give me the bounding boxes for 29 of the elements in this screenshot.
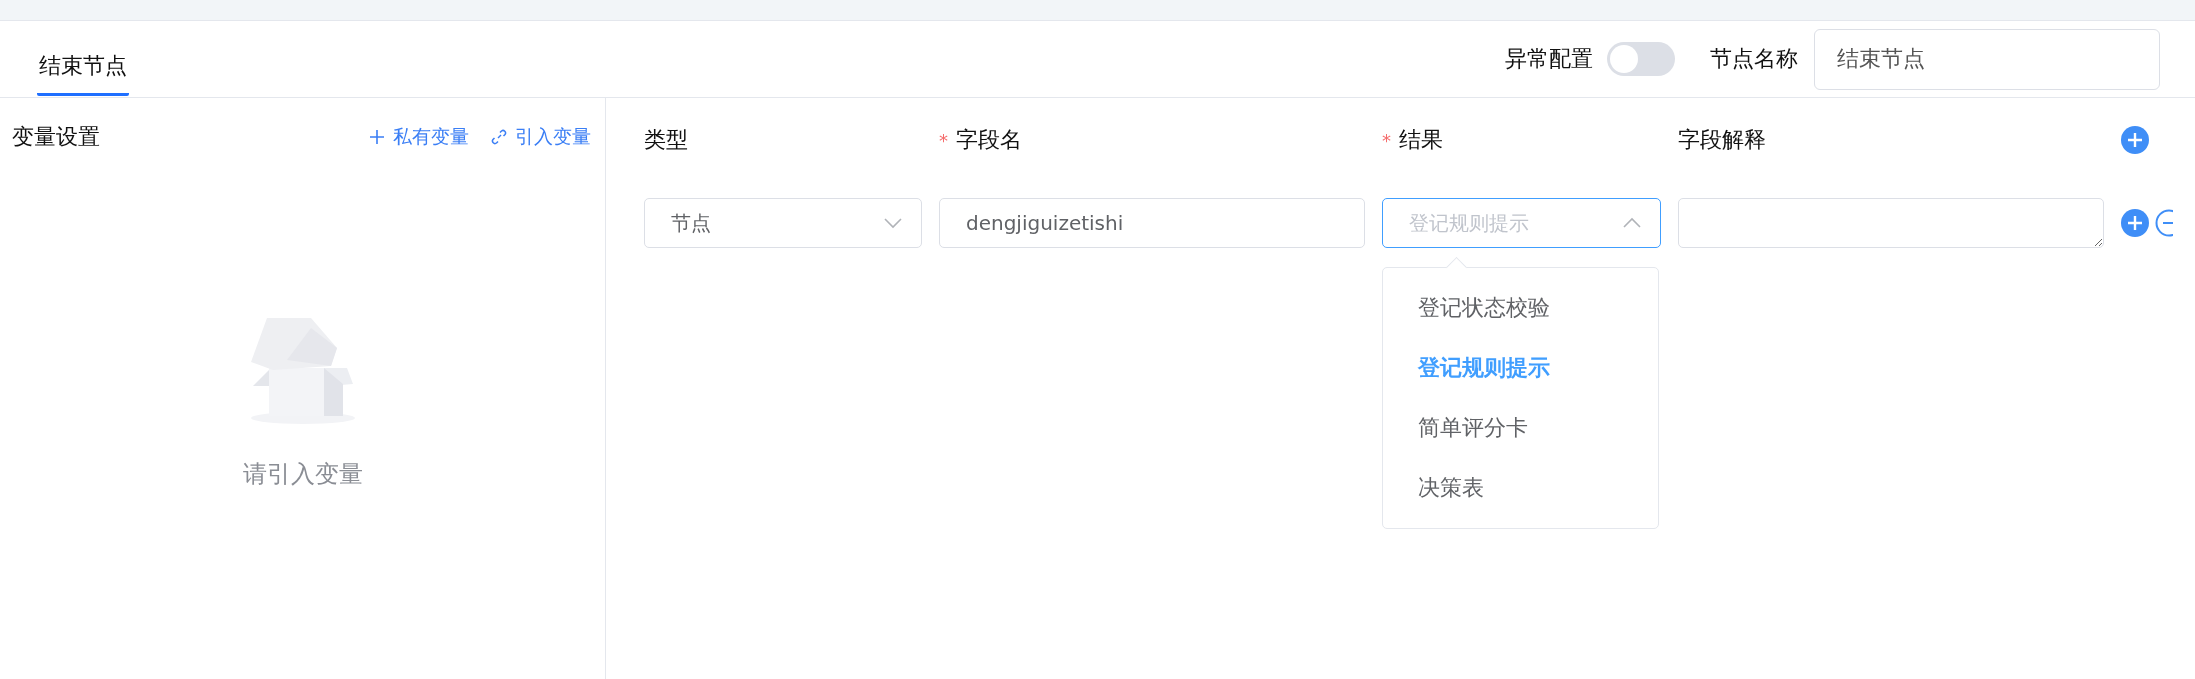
empty-text: 请引入变量 bbox=[242, 459, 363, 490]
chevron-up-icon bbox=[1622, 217, 1642, 229]
switch-label: 异常配置 bbox=[1505, 45, 1593, 73]
add-icon[interactable] bbox=[2121, 209, 2149, 237]
chevron-down-icon bbox=[883, 217, 903, 229]
empty-box-icon bbox=[250, 318, 355, 426]
toggle-switch[interactable] bbox=[1607, 42, 1675, 76]
remove-icon[interactable] bbox=[2155, 209, 2173, 237]
column-header: 结果 bbox=[1399, 126, 1443, 154]
panel-title: 变量设置 bbox=[12, 123, 101, 151]
action-link[interactable]: 私有变量 bbox=[369, 124, 469, 150]
node-name-field[interactable]: 结束节点 bbox=[1814, 28, 2160, 90]
field-name-input[interactable]: dengjiguizetishi bbox=[939, 198, 1365, 248]
description-field[interactable] bbox=[1678, 198, 2104, 248]
field-label: 节点名称 bbox=[1710, 45, 1798, 73]
action-link[interactable]: 引入变量 bbox=[491, 124, 591, 150]
column-header: 字段解释 bbox=[1678, 126, 1766, 154]
dropdown-option[interactable]: 登记状态校验 bbox=[1383, 278, 1658, 338]
link-icon bbox=[491, 129, 507, 145]
add-icon[interactable] bbox=[2121, 126, 2149, 154]
plus-icon bbox=[369, 129, 385, 145]
type-select[interactable]: 节点 bbox=[644, 198, 922, 248]
dropdown-option[interactable]: 决策表 bbox=[1383, 458, 1658, 518]
tab[interactable]: 结束节点 bbox=[37, 30, 129, 96]
column-header: 字段名 bbox=[956, 126, 1022, 154]
column-header: 类型 bbox=[644, 126, 688, 154]
dropdown-option[interactable]: 简单评分卡 bbox=[1383, 398, 1658, 458]
required-mark: * bbox=[939, 129, 948, 151]
required-mark: * bbox=[1382, 129, 1391, 151]
